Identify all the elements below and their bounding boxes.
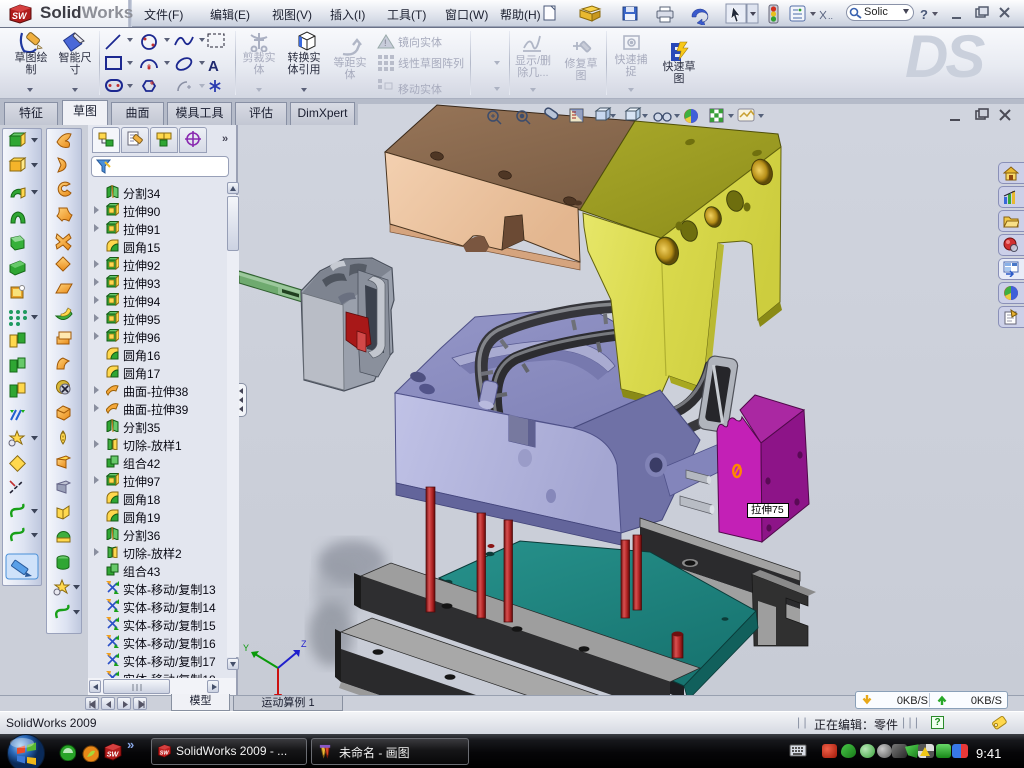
svg-text:!: ! [384,38,387,48]
svg-text:Z: Z [301,639,307,649]
svg-text:SW: SW [160,750,170,756]
svg-text:A: A [208,58,219,75]
svg-text:?: ? [920,7,928,22]
svg-text:SW: SW [107,750,120,759]
svg-text:SW: SW [12,11,28,21]
svg-text:Y: Y [243,643,249,653]
svg-text:..: .. [828,11,833,21]
